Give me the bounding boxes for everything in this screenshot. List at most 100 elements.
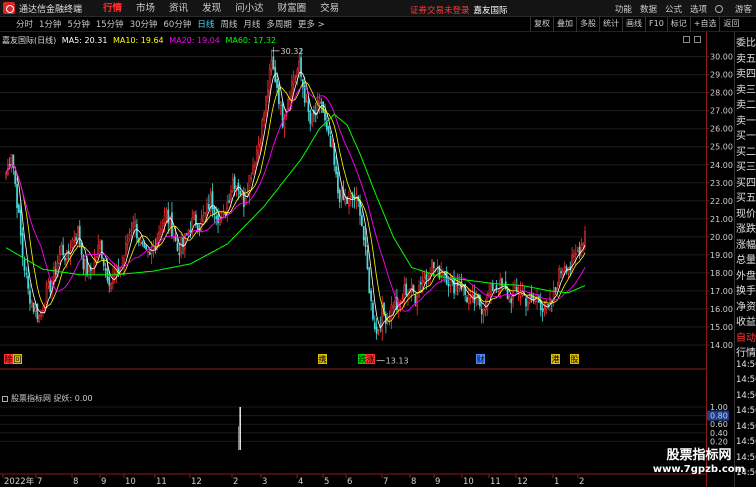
kline-svg[interactable]: 30.3213.13除回携跌涨财港股2022年 7 8 9 10 11 12 2 3 4 5 6 7 8 9…: [0, 32, 706, 487]
quote-row-3: 卖三: [736, 84, 756, 96]
candle-body-123: [231, 179, 234, 192]
candle-body-23: [47, 282, 50, 287]
tool-button-2[interactable]: 多股: [576, 17, 599, 32]
candle-body-83: [158, 231, 160, 241]
period-tab-3[interactable]: 15分钟: [93, 18, 127, 30]
candle-body-305: [567, 267, 570, 274]
right-menu: 功能 数据 公式 选项 游客: [607, 0, 752, 17]
event-marker-6[interactable]: 港: [552, 354, 560, 364]
y-label-9: 21.00: [710, 215, 733, 224]
event-marker-5[interactable]: 财: [477, 354, 485, 364]
y-label-0: 30.00: [710, 53, 733, 62]
tool-button-6[interactable]: 标记: [666, 17, 690, 32]
tool-button-7[interactable]: +自选: [689, 17, 720, 32]
quote-row-17: 净资: [736, 301, 756, 313]
candle-body-19: [40, 310, 42, 317]
candle-body-36: [71, 239, 74, 248]
kline-chart[interactable]: 30.32 13.13 除回携跌涨财港股 2022年 7 8 9 10 11 12 2 3 4 5 6 7 8 9…: [0, 32, 706, 487]
candle-body-93: [176, 242, 179, 251]
candle-body-0: [5, 173, 7, 178]
right-menu-item-0[interactable]: 功能: [615, 3, 632, 15]
candle-body-214: [399, 301, 402, 303]
candle-body-38: [75, 237, 77, 241]
period-tab-4[interactable]: 30分钟: [127, 18, 161, 30]
login-notice[interactable]: 证券交易未登录 嘉友国际: [410, 4, 508, 16]
quote-row-19: 自动: [736, 332, 756, 344]
event-marker-1[interactable]: 回: [14, 355, 22, 364]
candle-body-141: [265, 95, 267, 116]
period-tab-2[interactable]: 5分钟: [64, 18, 92, 30]
x-label-3: 9: [101, 477, 106, 487]
menu-item-4[interactable]: 问小达: [228, 0, 271, 17]
candle-body-147: [276, 78, 278, 89]
candle-body-65: [125, 243, 127, 256]
candle-body-67: [128, 233, 131, 240]
tool-button-3[interactable]: 统计: [599, 17, 622, 32]
chart-menu-icon[interactable]: [683, 36, 690, 43]
candle-body-30: [60, 244, 63, 256]
period-tab-5[interactable]: 60分钟: [161, 18, 195, 30]
quote-row-6: 买一: [736, 131, 756, 142]
candle-body-133: [250, 177, 253, 180]
chart-maximize-icon[interactable]: [694, 36, 701, 43]
candle-body-170: [318, 98, 321, 104]
candle-body-56: [108, 277, 111, 286]
candle-body-144: [270, 60, 273, 71]
tool-button-5[interactable]: F10: [645, 17, 667, 32]
indicator-settings-icon[interactable]: [2, 395, 8, 402]
quote-row-11: 现价: [736, 208, 756, 220]
menu-item-0[interactable]: 行情: [96, 0, 129, 17]
ma20-value: MA20: 19.04: [169, 36, 220, 45]
candle-body-124: [233, 176, 236, 189]
y-label-1: 29.00: [710, 71, 733, 80]
candle-body-143: [268, 68, 271, 94]
quote-row-24: 14:50: [736, 406, 756, 416]
period-tab-6[interactable]: 日线: [194, 18, 217, 30]
candle-body-69: [132, 222, 135, 229]
tool-button-4[interactable]: 画线: [622, 17, 645, 32]
menu-item-5[interactable]: 财富圈: [271, 0, 314, 17]
watermark-url: www.7gpzb.com: [652, 464, 746, 475]
candle-body-250: [466, 297, 468, 303]
settings-gear-icon[interactable]: [714, 4, 723, 13]
candle-body-166: [311, 112, 313, 125]
candle-body-209: [390, 304, 393, 321]
quote-panel: 委比 卖五 卖四 卖三 卖二 卖一 买一 买二 买三 买四 买五 现价 涨跌 涨幅 总量 外盘 换手 净资 收益 自动…: [734, 32, 756, 487]
candle-body-182: [340, 189, 343, 199]
event-marker-7[interactable]: 股: [571, 355, 579, 364]
candle-body-165: [309, 110, 312, 124]
candle-body-121: [228, 200, 230, 203]
candle-body-107: [202, 215, 205, 222]
menu-item-6[interactable]: 交易: [313, 0, 346, 17]
candle-body-292: [543, 308, 546, 313]
x-label-4: 10: [125, 477, 136, 487]
candle-body-142: [266, 90, 269, 98]
candle-body-253: [471, 294, 474, 298]
event-marker-3[interactable]: 跌: [359, 354, 367, 364]
event-marker-4[interactable]: 涨: [367, 354, 375, 364]
candle-body-68: [130, 229, 133, 233]
menu-item-1[interactable]: 市场: [129, 0, 162, 17]
tool-button-8[interactable]: 返回: [719, 17, 742, 32]
quote-row-7: 买二: [736, 146, 756, 158]
right-menu-item-3[interactable]: 选项: [690, 3, 707, 15]
period-tab-1[interactable]: 1分钟: [36, 18, 64, 30]
period-tab-9[interactable]: 多周期: [263, 18, 295, 30]
menu-item-3[interactable]: 发现: [195, 0, 228, 17]
period-tab-0[interactable]: 分时: [0, 18, 36, 30]
period-tab-7[interactable]: 周线: [217, 18, 240, 30]
right-menu-item-2[interactable]: 公式: [665, 3, 682, 15]
guest-user[interactable]: 游客: [735, 3, 752, 15]
right-menu-item-1[interactable]: 数据: [640, 3, 657, 15]
y-label-11: 19.00: [710, 251, 733, 260]
y-label-5: 25.00: [710, 143, 733, 152]
event-marker-0[interactable]: 除: [5, 354, 13, 364]
period-tab-8[interactable]: 月线: [240, 18, 263, 30]
candle-body-313: [582, 243, 585, 247]
event-marker-2[interactable]: 携: [319, 354, 327, 364]
menu-item-2[interactable]: 资讯: [162, 0, 195, 17]
tool-button-0[interactable]: 复权: [530, 17, 553, 32]
tool-button-1[interactable]: 叠加: [553, 17, 576, 32]
period-tab-10[interactable]: 更多 >: [295, 18, 328, 30]
x-label-18: 1: [554, 477, 559, 487]
